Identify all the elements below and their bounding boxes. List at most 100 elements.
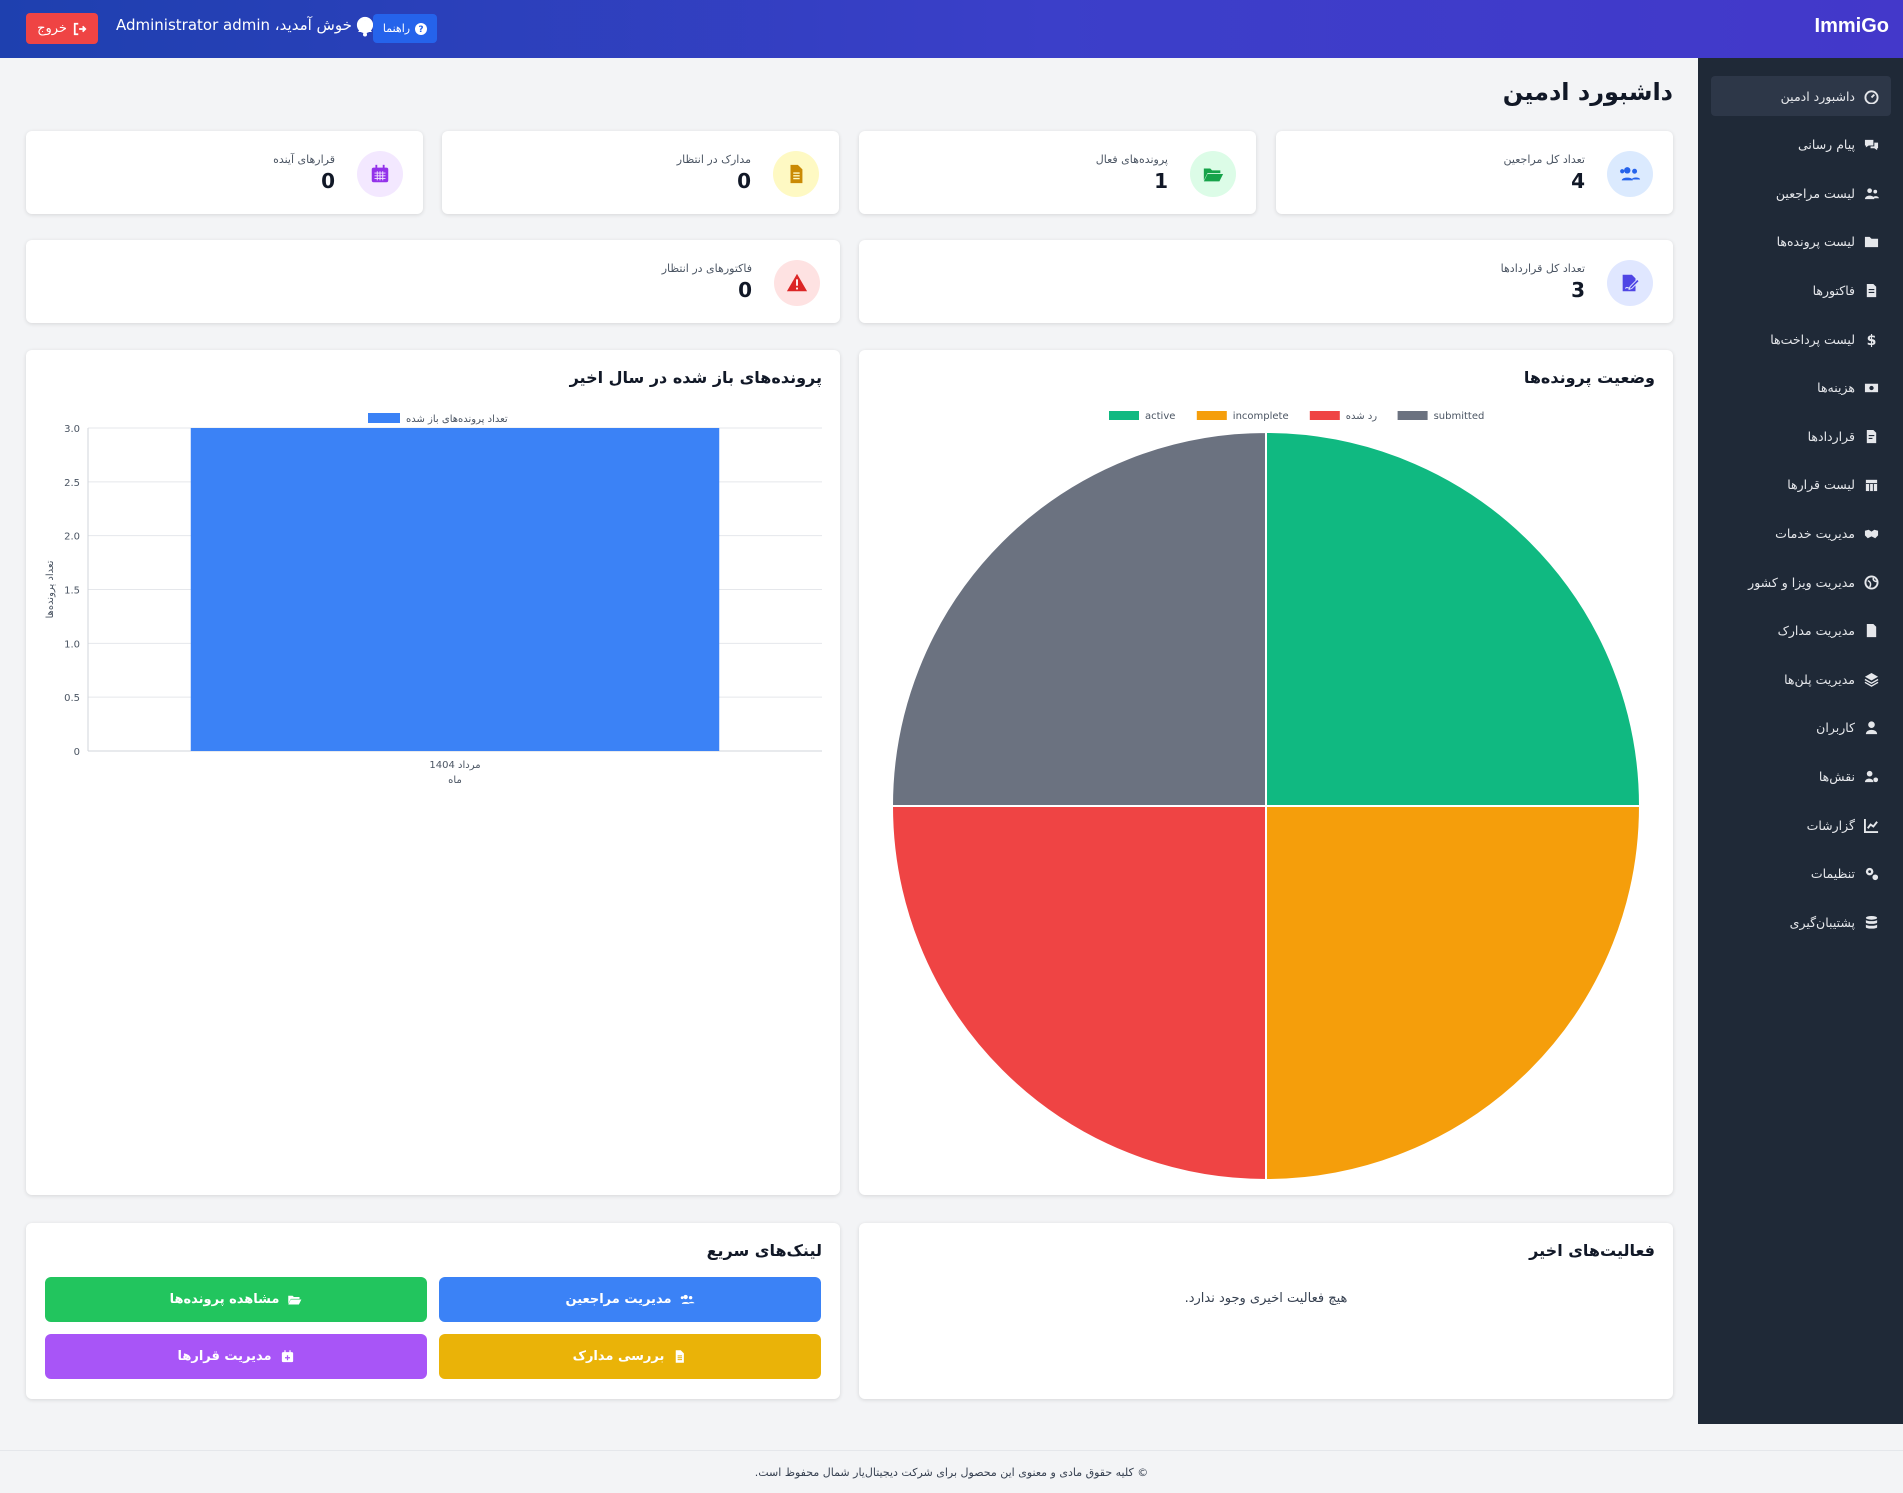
sidebar-item[interactable]: $ لیست پرداخت‌ها (1711, 319, 1891, 359)
sidebar-item[interactable]: مدیریت ویزا و کشور (1711, 562, 1891, 602)
calendar-icon (357, 151, 403, 197)
globe-icon (1864, 574, 1879, 590)
quick-links-title: لینک‌های سریع (706, 1241, 822, 1260)
pie-slice (1265, 805, 1642, 1182)
legend-label: incomplete (1233, 411, 1289, 422)
sidebar-item[interactable]: لیست پرونده‌ها (1711, 222, 1891, 262)
calendar-plus-icon (281, 1350, 293, 1363)
user-gear-icon (1864, 770, 1879, 783)
sidebar-item[interactable]: گزارشات (1711, 805, 1891, 845)
sidebar-item[interactable]: قراردادها (1711, 416, 1891, 456)
bar (190, 428, 720, 751)
view-cases-button[interactable]: مشاهده پرونده‌ها (45, 1277, 427, 1322)
stat-card-pending-docs[interactable]: مدارک در انتظار 0 (442, 131, 839, 214)
logout-button[interactable]: خروج (26, 13, 98, 44)
file-icon (676, 1350, 685, 1363)
sidebar-item[interactable]: مدیریت مدارک (1711, 611, 1891, 651)
sidebar-item[interactable]: داشبورد ادمین (1711, 76, 1891, 116)
line-chart-icon (1864, 818, 1879, 833)
manage-clients-button[interactable]: مدیریت مراجعین (439, 1277, 821, 1322)
chat-icon (1864, 139, 1879, 151)
sidebar-item[interactable]: فاکتورها (1711, 270, 1891, 310)
sidebar-item-label: پیام رسانی (1798, 137, 1855, 153)
logout-label: خروج (37, 21, 67, 36)
sidebar-item-label: تنظیمات (1810, 866, 1855, 882)
sidebar: داشبورد ادمین پیام رسانی لیست مراجعین لیست … (1698, 58, 1903, 1424)
welcome-text: خوش آمدید، Administrator admin (116, 16, 352, 34)
quick-links-panel: لینک‌های سریع مدیریت مراجعین مشاهده پرون… (26, 1223, 840, 1399)
question-icon: ? (415, 22, 428, 35)
sidebar-item-label: مدیریت خدمات (1775, 525, 1855, 541)
top-navbar: ImmiGo خروج خوش آمدید، Administrator adm… (0, 0, 1903, 58)
sidebar-item-label: لیست مراجعین (1775, 185, 1855, 201)
stat-card-contracts[interactable]: تعداد کل قراردادها 3 (859, 240, 1673, 323)
legend-swatch (368, 413, 400, 423)
sidebar-item[interactable]: مدیریت پلن‌ها (1711, 659, 1891, 699)
case-status-pie-chart: active incomplete رد شده submitted (890, 411, 1642, 1182)
stat-label: پرونده‌های فعال (1095, 153, 1168, 166)
brand-logo[interactable]: ImmiGo (1815, 15, 1889, 38)
button-label: بررسی مدارک (572, 1349, 665, 1364)
stat-card-clients[interactable]: تعداد کل مراجعین 4 (1276, 131, 1673, 214)
legend-label: رد شده (1346, 411, 1377, 422)
users-icon (1607, 151, 1653, 197)
help-label: راهنما (382, 22, 411, 35)
file-icon (773, 151, 819, 197)
sidebar-item[interactable]: کاربران (1711, 708, 1891, 748)
sidebar-item-label: قراردادها (1807, 428, 1855, 444)
sidebar-item-label: مدیریت مدارک (1777, 623, 1855, 639)
stat-value: 3 (1571, 278, 1585, 302)
stat-label: تعداد کل مراجعین (1503, 153, 1585, 166)
y-tick-label: 1.0 (64, 639, 80, 650)
sidebar-item[interactable]: پیام رسانی (1711, 125, 1891, 165)
stat-label: قرارهای آینده (273, 153, 335, 166)
stat-label: تعداد کل قراردادها (1500, 262, 1585, 275)
sidebar-item-label: نقش‌ها (1818, 768, 1855, 784)
recent-activity-panel: فعالیت‌های اخیر هیچ فعالیت اخیری وجود ند… (859, 1223, 1673, 1399)
review-documents-button[interactable]: بررسی مدارک (439, 1334, 821, 1379)
legend-label: submitted (1434, 411, 1485, 422)
logout-icon (73, 22, 87, 35)
sidebar-item[interactable]: پشتیبان‌گیری (1711, 902, 1891, 942)
case-status-panel: وضعیت پرونده‌ها active incomplete رد شده su… (859, 350, 1673, 1195)
page-title: داشبورد ادمین (1502, 78, 1673, 106)
recent-activity-title: فعالیت‌های اخیر (1529, 1241, 1655, 1260)
sidebar-item[interactable]: هزینه‌ها (1711, 368, 1891, 408)
legend-swatch (1196, 411, 1227, 420)
help-button[interactable]: ? راهنما (373, 14, 437, 43)
sidebar-item-label: مدیریت ویزا و کشور (1748, 574, 1855, 590)
sidebar-item[interactable]: تنظیمات (1711, 854, 1891, 894)
database-icon (1865, 915, 1878, 929)
cogs-icon (1865, 867, 1879, 881)
sidebar-item[interactable]: لیست مراجعین (1711, 173, 1891, 213)
sidebar-item-label: مدیریت پلن‌ها (1784, 671, 1855, 687)
notification-bell-icon[interactable] (355, 18, 375, 38)
stat-value: 4 (1571, 169, 1585, 193)
stat-card-upcoming-appointments[interactable]: قرارهای آینده 0 (26, 131, 423, 214)
stat-value: 1 (1154, 169, 1168, 193)
manage-appointments-button[interactable]: مدیریت قرارها (45, 1334, 427, 1379)
button-label: مدیریت مراجعین (565, 1292, 672, 1307)
stat-card-active-cases[interactable]: پرونده‌های فعال 1 (859, 131, 1256, 214)
user-icon (1865, 721, 1878, 735)
stat-card-pending-invoices[interactable]: فاکتورهای در انتظار 0 (26, 240, 840, 323)
y-tick-label: 2.0 (64, 532, 80, 543)
user-welcome[interactable]: خوش آمدید، Administrator admin (116, 16, 374, 34)
x-tick-label: مرداد 1404 (429, 760, 480, 771)
stat-value: 0 (738, 278, 752, 302)
handshake-icon (1864, 529, 1879, 539)
folder-open-icon (288, 1295, 302, 1305)
y-tick-label: 3.0 (64, 424, 80, 435)
sidebar-item[interactable]: لیست قرارها (1711, 465, 1891, 505)
sidebar-item[interactable]: مدیریت خدمات (1711, 513, 1891, 553)
y-axis-label: تعداد پرونده‌ها (45, 560, 56, 618)
sidebar-item-label: لیست پرونده‌ها (1776, 234, 1855, 250)
footer: © کلیه حقوق مادی و معنوی این محصول برای … (0, 1450, 1903, 1493)
legend-swatch (1109, 411, 1139, 420)
layers-icon (1864, 672, 1879, 687)
sidebar-item[interactable]: نقش‌ها (1711, 756, 1891, 796)
legend-swatch (1309, 411, 1340, 420)
opened-cases-bar-chart: تعداد پرونده‌های باز شده 0 0.5 1.0 1.5 2.0 2.5… (45, 413, 822, 786)
sidebar-item-label: لیست پرداخت‌ها (1770, 331, 1855, 347)
dollar-icon: $ (1867, 333, 1877, 347)
